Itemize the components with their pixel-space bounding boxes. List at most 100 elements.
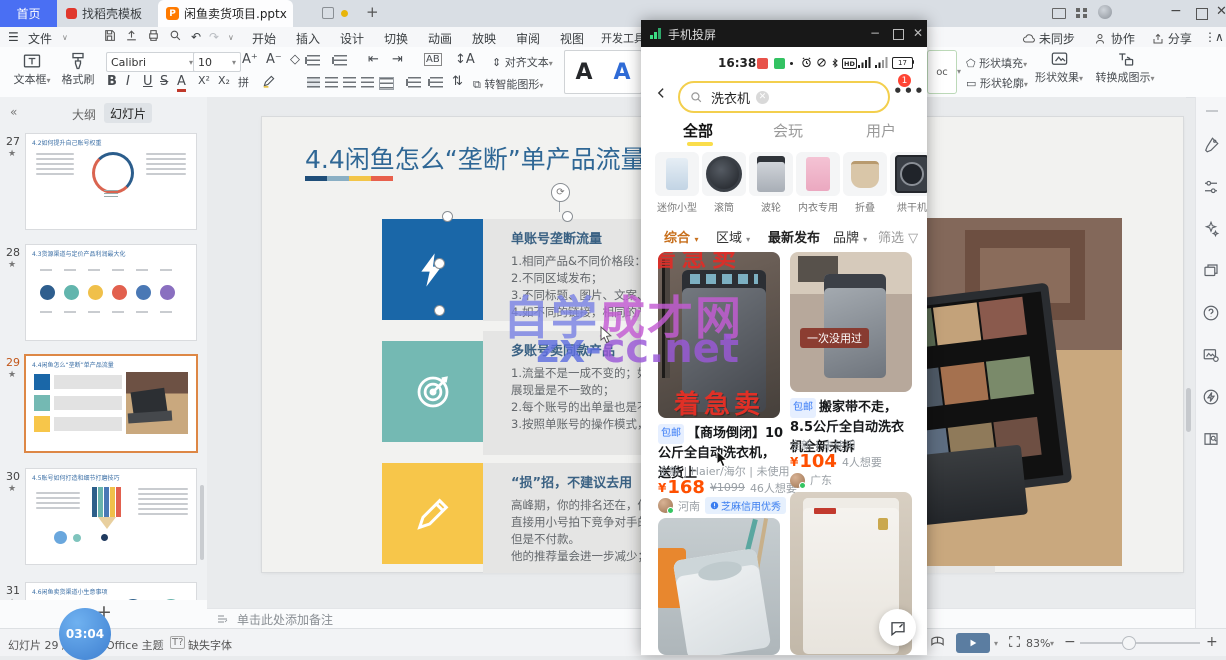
format-painter-button[interactable]: 格式刷 [58,51,98,87]
close-icon[interactable]: ✕ [1216,4,1226,19]
text-style-gallery[interactable]: A A [564,50,642,94]
insert-textbox-button[interactable]: 文本框▾ [12,51,52,87]
preview-icon[interactable] [169,29,182,42]
category-mini[interactable]: 波轮 [749,152,793,214]
align-text-button[interactable]: ⇕ 对齐文本▾ [492,54,553,70]
strikethrough-button[interactable]: S [160,74,168,89]
product-image[interactable]: 一次没用过 [790,252,912,392]
zoom-in-button[interactable]: + [1206,634,1218,650]
tab-all[interactable]: 全部 [683,120,713,141]
shape-effect-button[interactable]: 形状效果▾ [1030,50,1088,85]
rotate-handle[interactable]: ⟳ [551,183,570,202]
search-input[interactable]: 洗衣机 ✕ [678,81,890,113]
missing-font-warning[interactable]: 缺失字体 [188,637,232,653]
menu-insert[interactable]: 插入 [296,30,320,47]
clear-search-icon[interactable]: ✕ [756,91,769,104]
phone-window-titlebar[interactable]: 手机投屏 − ✕ [641,20,927,47]
phone-maximize-icon[interactable] [893,29,904,40]
line-spacing-icon[interactable] [408,77,421,88]
to-diagram-button[interactable]: 转换成图示▾ [1092,50,1158,85]
bolt-icon[interactable] [382,219,483,320]
decrease-font-icon[interactable]: A⁻ [266,52,282,67]
tab-users[interactable]: 用户 [866,120,896,141]
selection-handle[interactable] [562,211,573,222]
zoom-caret[interactable]: ▾ [1050,639,1054,648]
align-right-icon[interactable] [343,77,356,88]
spacing-options-icon[interactable]: ⇅ [452,74,463,89]
fit-slide-icon[interactable] [1008,635,1021,648]
collapse-panel-icon[interactable]: « [10,105,17,119]
decrease-indent-icon[interactable]: ⇤ [368,52,379,67]
print-icon[interactable] [147,29,160,42]
tab-slides[interactable]: 幻灯片 [104,103,152,123]
filter-brand[interactable]: 品牌 ▾ [833,227,867,246]
line-spacing-az-icon[interactable]: ↕A [455,52,475,67]
menu-start[interactable]: 开始 [252,30,276,47]
export-icon[interactable] [125,29,138,42]
shape-style-caret[interactable]: ▾ [957,67,961,76]
underline-button[interactable]: U [143,74,153,89]
energy-boost-icon[interactable] [1202,388,1220,406]
chat-fab[interactable] [879,609,916,646]
category-mini[interactable]: 烘干机 [890,152,927,214]
zoom-level[interactable]: 83% [1026,637,1050,650]
theme-name[interactable]: Office 主题 [106,637,164,653]
italic-button[interactable]: I [126,74,130,89]
save-icon[interactable] [103,29,116,42]
menu-design[interactable]: 设计 [340,30,364,47]
zoom-slider-knob[interactable] [1122,636,1136,650]
phone-minimize-icon[interactable]: − [870,26,880,40]
tab-document[interactable]: P 闲鱼卖货项目.pptx [158,0,293,27]
tab-list-icon[interactable] [322,7,334,19]
layout-single-icon[interactable] [1052,8,1066,19]
new-tab-button[interactable]: + [366,3,379,21]
product-image[interactable] [658,518,780,655]
slide-thumbnail-29-selected[interactable]: 4.4闲鱼怎么“垄断”单产品流量 [24,354,198,453]
tab-home[interactable]: 首页 [0,0,57,27]
hamburger-icon[interactable]: ☰ [8,30,19,44]
smart-beautify-icon[interactable] [1202,136,1220,154]
superscript-button[interactable]: X² [198,74,210,87]
file-menu[interactable]: 文件 [28,30,52,47]
filter-filter[interactable]: 筛选 ▽ [878,227,918,246]
slide-thumbnail-27[interactable]: 4.2如何提升自己账号权重 [25,133,197,230]
redo-icon[interactable]: ↷ [209,30,219,44]
tab-outline[interactable]: 大纲 [72,106,96,123]
menu-devtools[interactable]: 开发工具 [601,30,645,46]
filter-comprehensive[interactable]: 综合 ▾ [664,227,699,246]
justify-icon[interactable] [361,77,374,88]
layout-grid-icon[interactable] [1076,8,1087,18]
style-a-blue[interactable]: A [613,60,630,85]
play-slideshow-button[interactable] [956,633,990,653]
para-spacing-icon[interactable] [430,77,443,88]
bullet-list-icon[interactable] [307,55,320,66]
resource-search-icon[interactable] [1202,430,1220,448]
shape-fill-button[interactable]: ⬠ 形状填充▾ [966,55,1027,71]
phone-close-icon[interactable]: ✕ [913,26,923,40]
adjust-settings-icon[interactable] [1202,178,1220,196]
increase-indent-icon[interactable]: ⇥ [392,52,403,67]
timer-bubble[interactable]: 03:04 [59,608,111,660]
product-image[interactable]: 着急卖 着急卖 [658,252,780,418]
target-icon[interactable] [382,341,483,442]
share-button[interactable]: 分享 [1152,30,1192,47]
pinyin-button[interactable]: 拼 [238,74,249,90]
subscript-button[interactable]: X₂ [218,74,230,87]
seller-row[interactable]: 广东 [790,472,832,488]
image-tools-icon[interactable] [1202,346,1220,364]
minimize-icon[interactable]: − [1170,3,1182,19]
normal-view-icon[interactable] [930,634,945,649]
numbered-list-icon[interactable] [334,55,347,66]
clear-format-icon[interactable]: ◇ [290,52,300,67]
slide-thumbnail-30[interactable]: 4.5账号如何打造和细节打磨技巧 [25,468,197,565]
category-mini[interactable]: 折叠 [843,152,887,214]
category-mini[interactable]: 滚筒 [702,152,746,214]
align-center-icon[interactable] [325,77,338,88]
play-options-caret[interactable]: ▾ [994,639,998,648]
filter-newest[interactable]: 最新发布 [768,227,820,246]
font-color-button[interactable]: A [177,74,186,92]
selection-handle[interactable] [442,211,453,222]
undo-icon[interactable]: ↶ [191,30,201,44]
collapse-ribbon-icon[interactable]: ∧ [1215,30,1224,44]
filter-region[interactable]: 区域 ▾ [716,227,750,246]
